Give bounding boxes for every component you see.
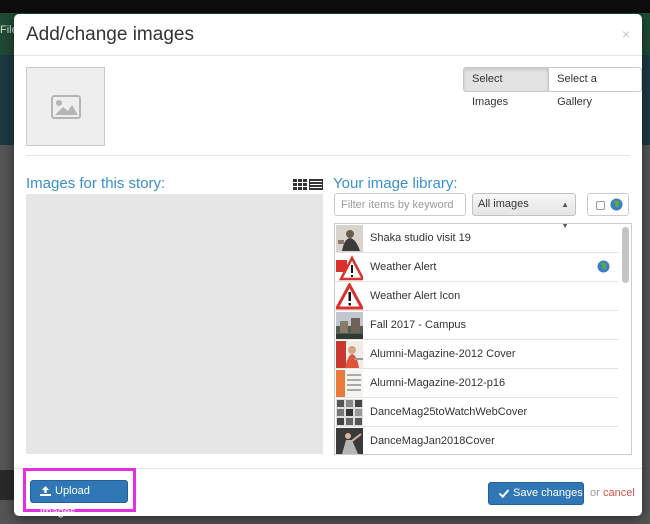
image-placeholder <box>26 67 105 146</box>
list-view-icon[interactable] <box>309 178 323 190</box>
library-item-name: DanceMagJan2018Cover <box>370 435 495 447</box>
library-scrollbar[interactable] <box>622 227 629 283</box>
alert-sign-thumbnail <box>336 283 363 310</box>
modal-title: Add/change images <box>26 24 194 45</box>
select-gallery-button[interactable]: Select a Gallery <box>549 67 642 108</box>
view-toggle <box>293 178 323 190</box>
upload-images-button[interactable]: Upload images <box>30 480 128 518</box>
library-item[interactable]: Shaka studio visit 19 <box>335 224 618 253</box>
library-item-name: Weather Alert Icon <box>370 290 461 302</box>
story-images-heading: Images for this story: <box>26 175 166 192</box>
shared-checkbox[interactable] <box>596 201 605 210</box>
photo-person-thumbnail <box>336 225 363 252</box>
story-images-dropzone[interactable] <box>26 194 323 454</box>
alert-sign-red-thumbnail <box>336 254 363 281</box>
add-images-modal: Add/change images × Select Images Select… <box>14 14 642 518</box>
shared-filter <box>587 193 629 216</box>
library-item-name: Alumni-Magazine-2012 Cover <box>370 348 516 360</box>
close-icon[interactable]: × <box>622 26 630 42</box>
image-type-select[interactable]: All images ▲ ▼ <box>472 193 576 230</box>
image-library-list: Shaka studio visit 19 Weather Alert Weat… <box>334 223 632 455</box>
library-heading: Your image library: <box>333 175 458 192</box>
picture-icon <box>51 95 81 119</box>
photo-dance-thumbnail <box>336 428 363 454</box>
save-changes-button[interactable]: Save changes <box>488 482 584 505</box>
image-type-select-value: All images <box>478 198 529 210</box>
library-item-name: Shaka studio visit 19 <box>370 232 471 244</box>
library-item[interactable]: DanceMag25toWatchWebCover <box>335 398 618 427</box>
upload-icon <box>40 486 51 496</box>
library-item[interactable]: DanceMagJan2018Cover <box>335 427 618 454</box>
cancel-link[interactable]: cancel <box>603 487 635 499</box>
check-icon <box>498 489 510 499</box>
library-item-name: Alumni-Magazine-2012-p16 <box>370 377 506 389</box>
bg-top-bar <box>0 0 650 13</box>
library-item-name: Fall 2017 - Campus <box>370 319 466 331</box>
library-item[interactable]: Weather Alert Icon <box>335 282 618 311</box>
filter-keyword-input[interactable] <box>334 193 466 216</box>
library-item[interactable]: Fall 2017 - Campus <box>335 311 618 340</box>
photo-campus-thumbnail <box>336 312 363 339</box>
modal-header: Add/change images × <box>14 14 642 56</box>
library-item[interactable]: Weather Alert <box>335 253 618 282</box>
section-divider <box>26 155 630 156</box>
grid-view-icon[interactable] <box>293 178 307 190</box>
library-item-name: Weather Alert <box>370 261 437 273</box>
photo-grid-thumbnail <box>336 399 363 426</box>
photo-magazine-thumbnail <box>336 341 363 368</box>
globe-icon <box>610 198 623 214</box>
select-images-button[interactable]: Select Images <box>463 67 550 108</box>
library-item-name: DanceMag25toWatchWebCover <box>370 406 528 418</box>
or-text: or <box>590 487 600 499</box>
library-item[interactable]: Alumni-Magazine-2012-p16 <box>335 369 618 398</box>
photo-page-thumbnail <box>336 370 363 397</box>
save-changes-label: Save changes <box>513 487 583 499</box>
globe-icon <box>597 260 610 276</box>
library-item[interactable]: Alumni-Magazine-2012 Cover <box>335 340 618 369</box>
mode-toggle: Select Images Select a Gallery <box>463 67 642 108</box>
